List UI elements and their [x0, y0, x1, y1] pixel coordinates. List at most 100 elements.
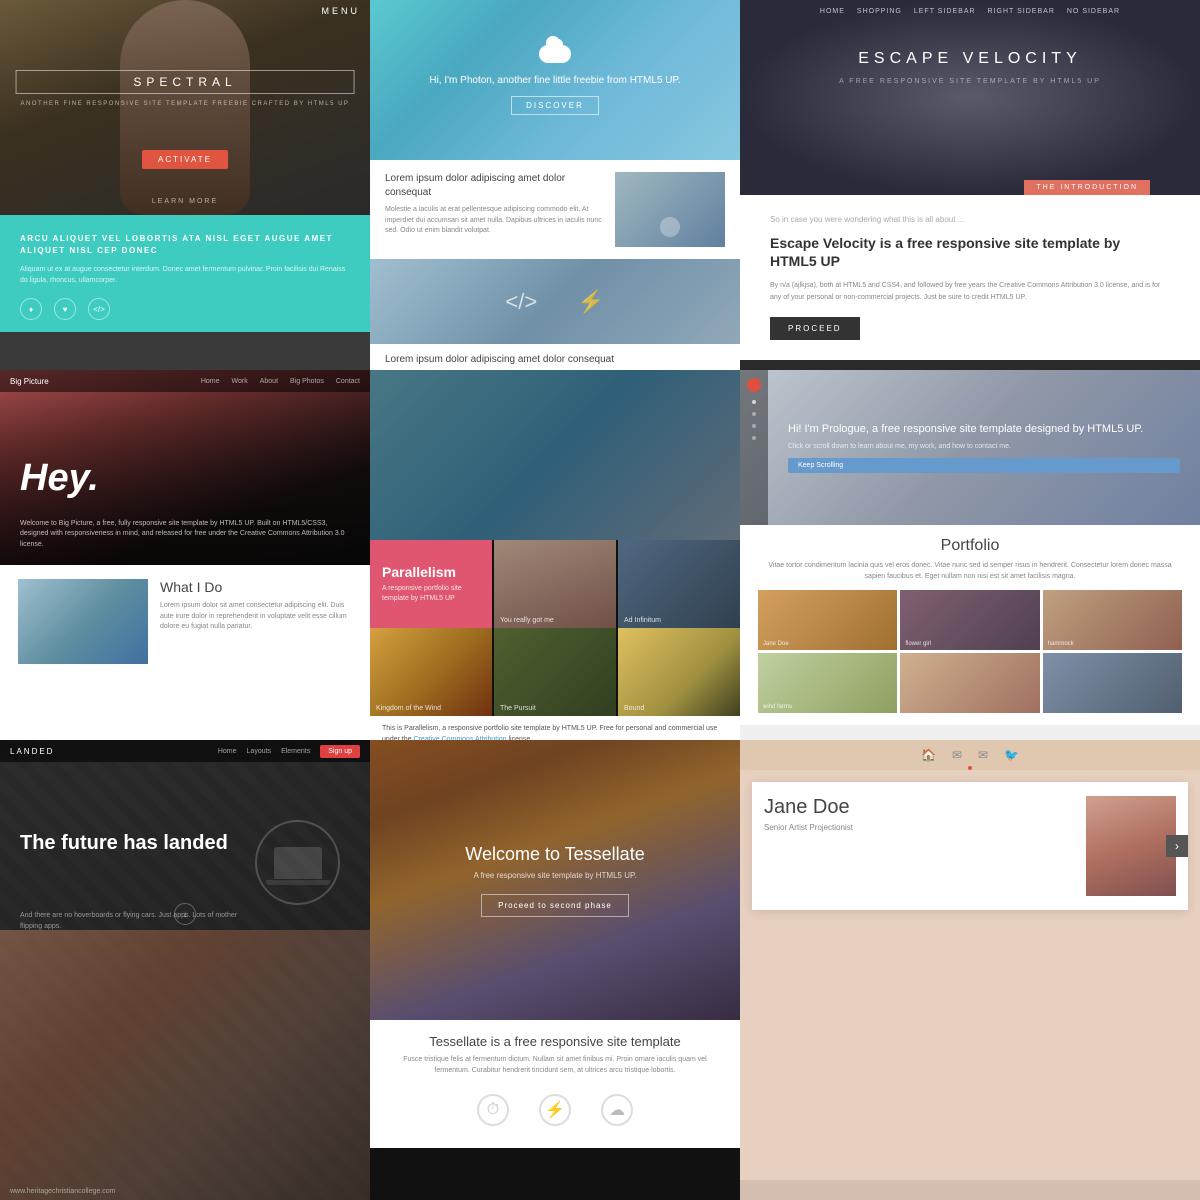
escape-nav-no[interactable]: NO SIDEBAR	[1067, 8, 1120, 15]
prologue-btn[interactable]: Keep Scrolling	[788, 458, 1180, 473]
escape-heading: Escape Velocity is a free responsive sit…	[770, 234, 1170, 270]
spectral-hero: Menu SPECTRAL ANOTHER FINE RESPONSIVE SI…	[0, 0, 370, 215]
bp-nav-photos[interactable]: Big Photos	[290, 378, 324, 385]
landed-footer-photo: www.heritagechristiancollege.com	[0, 930, 370, 1200]
photon-heading1: Lorem ipsum dolor adipiscing amet dolor …	[385, 172, 603, 200]
landed-heading: The future has landed	[20, 830, 240, 856]
mini-mail2-icon[interactable]: ✉	[978, 748, 988, 762]
bp-nav-home[interactable]: Home	[201, 378, 220, 385]
landed-scroll[interactable]: ↓	[174, 903, 196, 925]
escape-nav-right[interactable]: RIGHT SIDEBAR	[988, 8, 1055, 15]
tess-content-title: Tessellate is a free responsive site tem…	[388, 1034, 722, 1049]
para-footer: This is Parallelism, a responsive portfo…	[370, 716, 740, 740]
miniport-cell: 🏠 ✉ ✉ 🐦 Jane Doe Senior Artist Projectio…	[740, 740, 1200, 1200]
prologue-portfolio-text: Vitae tortor condimentum lacinia quis ve…	[758, 561, 1182, 582]
code-icon: </>	[505, 289, 537, 315]
whatido-text: What I Do Lorem ipsum dolor sit amet con…	[160, 579, 352, 633]
para-cell-pink: Parallelism A responsive portfolio site …	[370, 540, 492, 628]
bp-nav-work[interactable]: Work	[232, 378, 248, 385]
tessellate-cell: Welcome to Tessellate A free responsive …	[370, 740, 740, 1200]
landed-signup-btn[interactable]: Sign up	[320, 745, 360, 758]
prologue-dot2	[752, 412, 756, 416]
portfolio-label-4: wind farms	[763, 704, 792, 710]
tess-subtitle: A free responsive site template by HTML5…	[473, 871, 636, 880]
landed-nav-home[interactable]: Home	[218, 748, 237, 755]
landed-nav-layouts[interactable]: Layouts	[247, 748, 272, 755]
portfolio-label-2: flower girl	[905, 641, 931, 647]
landed-bar: Landed Home Layouts Elements Sign up	[0, 740, 370, 762]
spectral-subtitle: ANOTHER FINE RESPONSIVE SITE TEMPLATE FR…	[16, 100, 355, 109]
para-hero	[370, 370, 740, 540]
spectral-teal-section: ARCU ALIQUET VEL LOBORTIS ATA NISL EGET …	[0, 215, 370, 332]
mini-home-icon[interactable]: 🏠	[921, 748, 936, 762]
para-cell-wind: Kingdom of the Wind	[370, 628, 492, 716]
photon-content2: Lorem ipsum dolor adipiscing amet dolor …	[370, 344, 740, 370]
tess-content-text: Fusce tristique felis at fermentum dictu…	[388, 1055, 722, 1076]
mini-twitter-icon[interactable]: 🐦	[1004, 748, 1019, 762]
photon-discover-btn[interactable]: DISCOVER	[511, 96, 599, 115]
prologue-portfolio-grid: Jane Doe flower girl hammock wind farms	[758, 590, 1182, 713]
photon-image1	[615, 172, 725, 247]
spectral-activate-btn[interactable]: ACTIVATE	[142, 150, 228, 169]
tess-content: Tessellate is a free responsive site tem…	[370, 1020, 740, 1148]
portfolio-item-3[interactable]: hammock	[1043, 590, 1182, 650]
whatido-heading: What I Do	[160, 579, 352, 595]
big-picture-whatido: What I Do Lorem ipsum dolor sit amet con…	[0, 565, 370, 740]
para-row2: Kingdom of the Wind The Pursuit Bound	[370, 628, 740, 716]
photon-hero: Hi, I'm Photon, another fine little free…	[370, 0, 740, 160]
bolt-icon: ⚡	[577, 289, 604, 315]
escape-intro-tab[interactable]: THE INTRODUCTION	[1024, 180, 1150, 195]
para-label-pursuit: The Pursuit	[500, 705, 536, 712]
spectral-title-box: SPECTRAL ANOTHER FINE RESPONSIVE SITE TE…	[16, 70, 355, 109]
cloud-icon	[539, 45, 571, 63]
spectral-icon-2: ♥	[54, 298, 76, 320]
spectral-title: SPECTRAL	[16, 70, 355, 94]
mini-mail-icon[interactable]: ✉	[952, 748, 962, 762]
landed-subtext: And there are no hoverboards or flying c…	[20, 910, 240, 932]
landed-logo: Landed	[10, 747, 54, 756]
portfolio-item-2[interactable]: flower girl	[900, 590, 1039, 650]
prologue-dot1	[752, 400, 756, 404]
landed-nav-elements[interactable]: Elements	[281, 748, 310, 755]
escape-proceed-btn[interactable]: PROCEED	[770, 317, 860, 340]
mini-card: Jane Doe Senior Artist Projectionist ›	[752, 782, 1188, 910]
portfolio-item-1[interactable]: Jane Doe	[758, 590, 897, 650]
escape-title: ESCAPE VELOCITY	[740, 50, 1200, 68]
photon-text1: Lorem ipsum dolor adipiscing amet dolor …	[385, 172, 603, 237]
big-picture-cell: Big Picture Home Work About Big Photos C…	[0, 370, 370, 740]
para-label-bound: Bound	[624, 705, 644, 712]
escape-nav-shopping[interactable]: SHOPPING	[857, 8, 902, 15]
spectral-learn-more[interactable]: LEARN MORE	[152, 198, 218, 205]
portfolio-item-5[interactable]	[900, 653, 1039, 713]
spectral-icons-row: ♦ ♥ </>	[20, 298, 350, 320]
mini-arrow-btn[interactable]: ›	[1166, 835, 1188, 857]
big-picture-photo: Big Picture Home Work About Big Photos C…	[0, 370, 370, 565]
parallelism-cell: Parallelism A responsive portfolio site …	[370, 370, 740, 740]
escape-nav-home[interactable]: HOME	[820, 8, 845, 15]
prologue-dot3	[752, 424, 756, 428]
tess-clock-icon: ⏱	[477, 1094, 509, 1126]
landed-url: www.heritagechristiancollege.com	[10, 1188, 115, 1195]
para-label1: You really got me	[500, 617, 554, 624]
photon-content1: Lorem ipsum dolor adipiscing amet dolor …	[370, 160, 740, 259]
tess-icons-row: ⏱ ⚡ ☁	[388, 1086, 722, 1134]
tess-cloud-icon: ☁	[601, 1094, 633, 1126]
photon-cell: Hi, I'm Photon, another fine little free…	[370, 0, 740, 370]
laptop-icon	[274, 847, 322, 879]
para-cell-bound: Bound	[618, 628, 740, 716]
portfolio-label-3: hammock	[1048, 641, 1074, 647]
portfolio-item-6[interactable]	[1043, 653, 1182, 713]
tess-btn[interactable]: Proceed to second phase	[481, 894, 629, 917]
mini-card-content: Jane Doe Senior Artist Projectionist	[764, 796, 1076, 896]
prologue-hero: Hi! I'm Prologue, a free responsive site…	[740, 370, 1200, 525]
landed-cell: Landed Home Layouts Elements Sign up The…	[0, 740, 370, 1200]
photon-para1: Molestie a iaculis at erat pellentesque …	[385, 205, 603, 237]
tess-bolt-icon: ⚡	[539, 1094, 571, 1126]
big-picture-bar: Big Picture Home Work About Big Photos C…	[0, 370, 370, 392]
big-picture-desc: Welcome to Big Picture, a free, fully re…	[20, 519, 350, 551]
escape-nav-left[interactable]: LEFT SIDEBAR	[914, 8, 976, 15]
bp-nav-about[interactable]: About	[260, 378, 278, 385]
portfolio-item-4[interactable]: wind farms	[758, 653, 897, 713]
escape-hero: HOME SHOPPING LEFT SIDEBAR RIGHT SIDEBAR…	[740, 0, 1200, 195]
bp-nav-contact[interactable]: Contact	[336, 378, 360, 385]
